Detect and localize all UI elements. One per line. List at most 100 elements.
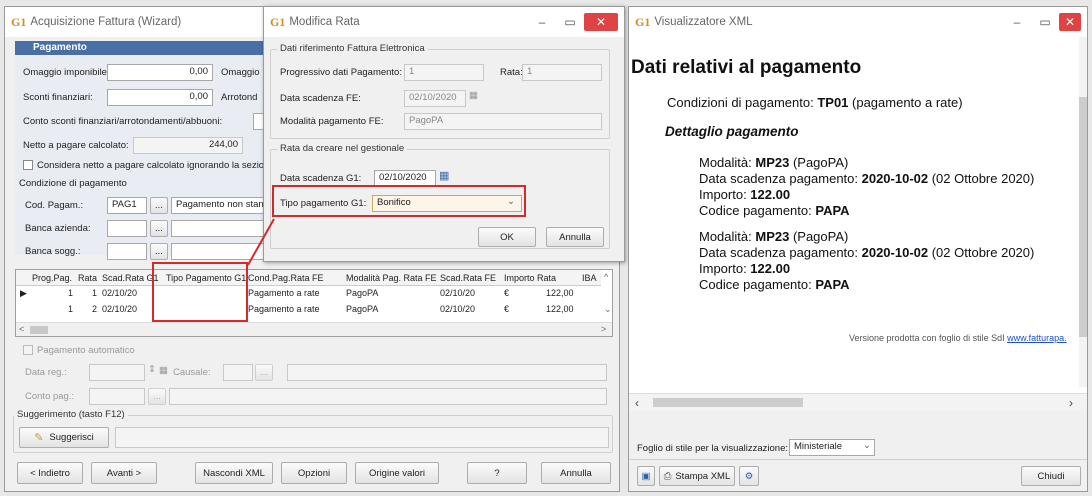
xml-title: Visualizzatore XML: [654, 16, 753, 28]
col-header-iban[interactable]: IBA: [582, 273, 597, 283]
pagamento-automatico-checkbox[interactable]: [23, 345, 33, 355]
modalita-fe-label: Modalità pagamento FE:: [280, 116, 384, 127]
condizioni-code: TP01: [817, 95, 849, 110]
wand-icon: ✎: [34, 432, 44, 444]
data-reg-label: Data reg.:: [25, 367, 67, 378]
maximize-icon[interactable]: ▭: [1031, 7, 1059, 37]
col-header-prog[interactable]: Prog.Pag.: [32, 273, 72, 283]
table-row[interactable]: 1 2 02/10/20 Pagamento a rate PagoPA 02/…: [16, 303, 601, 317]
col-header-scad-g1[interactable]: Scad.Rata G1: [102, 273, 159, 283]
col-header-cond-fe[interactable]: Cond.Pag.Rata FE: [248, 273, 324, 283]
sconti-input[interactable]: 0,00: [107, 89, 213, 106]
vscroll-thumb[interactable]: [1079, 97, 1087, 337]
xml-viewer-window: G1 Visualizzatore XML – ▭ ✕ Dati relativ…: [628, 6, 1088, 492]
help-button[interactable]: ?: [467, 462, 527, 484]
xml-vscrollbar[interactable]: [1079, 37, 1087, 387]
considera-checkbox[interactable]: [23, 160, 33, 170]
cell-scad-fe: 02/10/20: [440, 288, 476, 298]
cell-importo: 122,00: [546, 288, 574, 298]
avanti-button[interactable]: Avanti >: [91, 462, 157, 484]
gestionale-group-title: Rata da creare nel gestionale: [277, 143, 408, 154]
cod-pagam-input[interactable]: PAG1: [107, 197, 147, 214]
omaggio-imponibile-input[interactable]: 0,00: [107, 64, 213, 81]
calendar-icon[interactable]: ▦: [439, 169, 449, 182]
data-scadenza-g1-label: Data scadenza G1:: [280, 173, 362, 184]
col-header-importo[interactable]: Importo Rata: [504, 273, 556, 283]
sconti-label: Sconti finanziari:: [23, 92, 93, 103]
banca-sogg-desc: [171, 243, 275, 260]
conto-pag-label: Conto pag.:: [25, 391, 75, 402]
close-icon[interactable]: ✕: [1059, 13, 1081, 31]
origine-valori-button[interactable]: Origine valori: [355, 462, 439, 484]
printer-icon: ⎙: [663, 470, 672, 482]
minimize-icon[interactable]: –: [1003, 7, 1031, 37]
nascondi-xml-button[interactable]: Nascondi XML: [195, 462, 273, 484]
col-header-mod-fe[interactable]: Modalità Pag. Rata FE: [346, 273, 437, 283]
minimize-icon[interactable]: –: [528, 7, 556, 37]
cod-pagam-lookup-button[interactable]: ...: [150, 197, 168, 214]
netto-value: 244,00: [133, 137, 243, 154]
grid-hscrollbar[interactable]: < >: [16, 322, 612, 336]
footer-link[interactable]: www.fatturapa.: [1007, 333, 1067, 343]
banca-sogg-lookup-button[interactable]: ...: [150, 243, 168, 260]
causale-lookup-button[interactable]: ...: [255, 364, 273, 381]
rata-input: 1: [522, 64, 602, 81]
cell-importo: 122,00: [546, 304, 574, 314]
data-reg-input[interactable]: [89, 364, 145, 381]
cell-rata: 2: [92, 304, 98, 314]
cell-mod-fe: PagoPA: [346, 288, 379, 298]
progressivo-input: 1: [404, 64, 484, 81]
conto-pag-input[interactable]: [89, 388, 145, 405]
conto-pag-lookup-button[interactable]: ...: [148, 388, 166, 405]
banca-azienda-lookup-button[interactable]: ...: [150, 220, 168, 237]
table-row[interactable]: ▶ 1 1 02/10/20 Pagamento a rate PagoPA 0…: [16, 287, 601, 301]
grid-scroll-up-icon[interactable]: ^: [604, 272, 608, 282]
modifica-rata-dialog: G1 Modifica Rata – ▭ ✕ Dati riferimento …: [263, 6, 625, 262]
fe-group-title: Dati riferimento Fattura Elettronica: [277, 43, 428, 54]
close-icon[interactable]: ✕: [584, 13, 618, 31]
cell-scad-g1: 02/10/20: [102, 304, 138, 314]
scroll-left-icon[interactable]: ‹: [635, 396, 639, 410]
suggerisci-button[interactable]: ✎ Suggerisci: [19, 427, 109, 448]
save-icon[interactable]: ▣: [637, 466, 655, 486]
stampa-xml-button[interactable]: ⎙ Stampa XML: [659, 466, 735, 486]
omaggio-imponibile-label: Omaggio imponibile:: [23, 67, 110, 78]
maximize-icon[interactable]: ▭: [556, 7, 584, 37]
condizioni-line: Condizioni di pagamento: TP01 (pagamento…: [667, 95, 963, 110]
chevron-down-icon[interactable]: ⌄: [863, 440, 871, 451]
settings-icon[interactable]: ⚙: [739, 466, 759, 486]
cell-cond-fe: Pagamento a rate: [248, 288, 320, 298]
scroll-right-icon[interactable]: ›: [1069, 396, 1073, 410]
conto-sconti-label: Conto sconti finanziari/arrotondamenti/a…: [23, 116, 223, 127]
xml-hscrollbar[interactable]: ‹ ›: [629, 393, 1087, 411]
annulla-modal-button[interactable]: Annulla: [546, 227, 604, 247]
grid-scroll-down-icon[interactable]: ⌄: [604, 304, 612, 315]
col-header-rata[interactable]: Rata: [78, 273, 97, 283]
banca-azienda-desc: [171, 220, 275, 237]
indietro-button[interactable]: < Indietro: [17, 462, 83, 484]
data-reg-spin-icon[interactable]: ⇕: [148, 364, 156, 375]
calendar-icon[interactable]: ▦: [159, 365, 168, 376]
cell-scad-fe: 02/10/20: [440, 304, 476, 314]
scroll-right-icon[interactable]: >: [601, 324, 606, 334]
chiudi-button[interactable]: Chiudi: [1021, 466, 1081, 486]
banca-azienda-input[interactable]: [107, 220, 147, 237]
banca-sogg-input[interactable]: [107, 243, 147, 260]
condizioni-desc: (pagamento a rate): [848, 95, 963, 110]
grid-column-highlight: [152, 262, 248, 322]
hscroll-thumb[interactable]: [653, 398, 803, 407]
causale-input[interactable]: [223, 364, 253, 381]
foglio-label: Foglio di stile per la visualizzazione:: [637, 443, 789, 454]
annulla-wizard-button[interactable]: Annulla: [541, 462, 611, 484]
ok-button[interactable]: OK: [478, 227, 536, 247]
modal-titlebar: G1 Modifica Rata – ▭ ✕: [264, 7, 624, 37]
omaggio-label: Omaggio: [221, 67, 260, 78]
causale-desc: [287, 364, 607, 381]
col-header-scad-fe[interactable]: Scad.Rata FE: [440, 273, 496, 283]
cell-cond-fe: Pagamento a rate: [248, 304, 320, 314]
hscroll-thumb[interactable]: [30, 326, 48, 334]
rate-grid[interactable]: Prog.Pag. Rata Scad.Rata G1 Tipo Pagamen…: [15, 269, 613, 337]
opzioni-button[interactable]: Opzioni: [281, 462, 347, 484]
scroll-left-icon[interactable]: <: [19, 324, 24, 334]
tipo-pagamento-highlight: [272, 185, 526, 217]
